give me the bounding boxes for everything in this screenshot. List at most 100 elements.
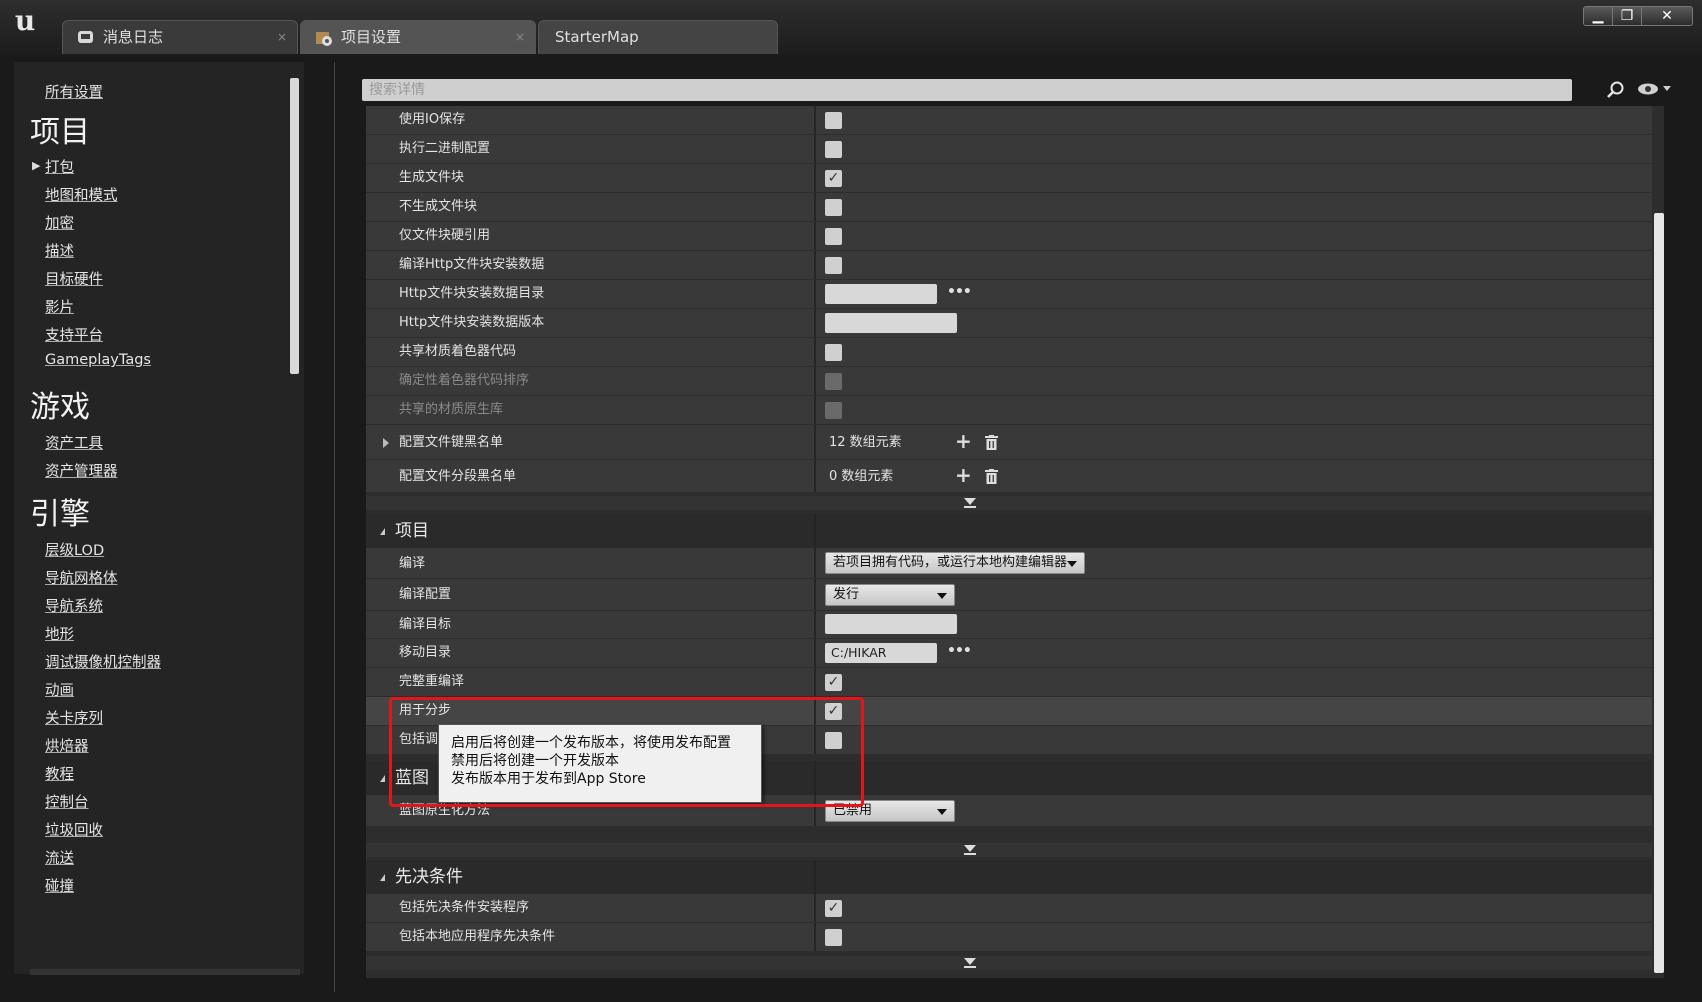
- nav-item-navmesh[interactable]: 导航网格体: [45, 567, 118, 588]
- add-element-icon[interactable]: +: [955, 460, 972, 491]
- property-row: 共享材质着色器代码: [366, 338, 1652, 367]
- details-panel: 搜索详情 使用IO保存 执行二进制配置 生成文件块 ✓ 不生成文件块 仅文件块硬…: [362, 74, 1673, 978]
- column-splitter[interactable]: [814, 514, 816, 548]
- nav-item-description[interactable]: 描述: [45, 240, 74, 261]
- nav-item-packaging[interactable]: 打包: [45, 156, 74, 177]
- nav-item-maps-modes[interactable]: 地图和模式: [45, 184, 118, 205]
- category-header-prerequisites[interactable]: 先决条件: [366, 860, 1652, 894]
- column-splitter[interactable]: [814, 611, 816, 638]
- column-splitter[interactable]: [814, 309, 816, 337]
- nav-item-movies[interactable]: 影片: [45, 296, 74, 317]
- column-splitter[interactable]: [814, 460, 816, 492]
- column-splitter[interactable]: [814, 639, 816, 667]
- expand-arrow-icon[interactable]: ▶: [32, 159, 40, 172]
- nav-item-asset-tools[interactable]: 资产工具: [45, 432, 103, 453]
- search-icon[interactable]: [1607, 81, 1625, 99]
- checkbox[interactable]: [825, 344, 842, 361]
- nav-all-settings[interactable]: 所有设置: [45, 81, 103, 102]
- nav-item-cooker[interactable]: 烘焙器: [45, 735, 89, 756]
- column-splitter[interactable]: [814, 280, 816, 308]
- nav-item-nav-system[interactable]: 导航系统: [45, 595, 103, 616]
- property-row: 使用IO保存: [366, 106, 1652, 135]
- checkbox[interactable]: [825, 141, 842, 158]
- staging-directory-input[interactable]: C:/HIKAR: [825, 643, 937, 663]
- column-splitter[interactable]: [814, 668, 816, 696]
- nav-item-streaming[interactable]: 流送: [45, 847, 74, 868]
- nav-item-tutorials[interactable]: 教程: [45, 763, 74, 784]
- checkbox-checked[interactable]: ✓: [825, 170, 842, 187]
- checkbox[interactable]: [825, 228, 842, 245]
- view-options-eye-icon[interactable]: [1637, 80, 1673, 98]
- tab-close-icon[interactable]: ×: [515, 21, 525, 53]
- panel-splitter[interactable]: [334, 62, 335, 992]
- details-scrollbar[interactable]: [1654, 213, 1664, 973]
- unreal-logo-icon[interactable]: u: [8, 4, 42, 38]
- checkbox-checked[interactable]: ✓: [825, 674, 842, 691]
- http-chunk-version-input[interactable]: [825, 313, 957, 333]
- column-splitter[interactable]: [814, 193, 816, 221]
- nav-item-debug-camera[interactable]: 调试摄像机控制器: [45, 651, 161, 672]
- combo-value: 发行: [833, 587, 860, 602]
- nav-item-asset-manager[interactable]: 资产管理器: [45, 460, 118, 481]
- column-splitter[interactable]: [814, 251, 816, 279]
- maximize-button[interactable]: ❐: [1612, 6, 1642, 26]
- build-config-combo[interactable]: 发行: [825, 584, 955, 606]
- nav-item-hlod[interactable]: 层级LOD: [45, 539, 104, 560]
- expand-arrow-icon[interactable]: [383, 438, 389, 448]
- checkbox[interactable]: [825, 112, 842, 129]
- nav-scrollbar[interactable]: [290, 78, 299, 374]
- column-splitter[interactable]: [814, 548, 816, 578]
- tab-starter-map[interactable]: StarterMap: [538, 20, 778, 54]
- nav-item-supported-platforms[interactable]: 支持平台: [45, 324, 103, 345]
- checkbox[interactable]: [825, 257, 842, 274]
- column-splitter[interactable]: [814, 860, 816, 894]
- nav-item-level-sequence[interactable]: 关卡序列: [45, 707, 103, 728]
- category-header-project[interactable]: 项目: [366, 514, 1652, 548]
- nav-item-animation[interactable]: 动画: [45, 679, 74, 700]
- advanced-expander[interactable]: [366, 496, 1652, 510]
- nav-item-gameplay-tags[interactable]: GameplayTags: [45, 352, 151, 368]
- nav-item-collision[interactable]: 碰撞: [45, 875, 74, 896]
- column-splitter[interactable]: [814, 338, 816, 366]
- tab-close-icon[interactable]: ×: [277, 21, 287, 53]
- checkbox[interactable]: [825, 929, 842, 946]
- checkbox[interactable]: [825, 199, 842, 216]
- close-window-button[interactable]: ✕: [1641, 6, 1693, 26]
- add-element-icon[interactable]: +: [955, 425, 972, 458]
- column-splitter[interactable]: [814, 222, 816, 250]
- column-splitter[interactable]: [814, 894, 816, 922]
- nav-horizontal-scrollbar[interactable]: [30, 969, 300, 975]
- column-splitter[interactable]: [814, 164, 816, 192]
- checkbox-checked[interactable]: ✓: [825, 900, 842, 917]
- column-splitter[interactable]: [814, 135, 816, 163]
- advanced-expander[interactable]: [366, 956, 1652, 970]
- advanced-expander[interactable]: [366, 843, 1652, 857]
- column-splitter[interactable]: [814, 367, 816, 395]
- build-target-input[interactable]: [825, 614, 957, 634]
- column-splitter[interactable]: [814, 106, 816, 134]
- category-title: 项目: [395, 521, 429, 541]
- minimize-button[interactable]: ▁: [1583, 6, 1613, 26]
- build-combo[interactable]: 若项目拥有代码，或运行本地构建编辑器: [825, 552, 1085, 574]
- search-details-input[interactable]: 搜索详情: [362, 79, 1572, 101]
- browse-ellipsis-button[interactable]: •••: [947, 643, 972, 659]
- column-splitter[interactable]: [814, 425, 816, 459]
- delete-all-icon[interactable]: [985, 435, 998, 450]
- delete-all-icon[interactable]: [985, 469, 998, 484]
- column-splitter[interactable]: [814, 923, 816, 951]
- collapse-arrow-icon[interactable]: [380, 775, 385, 782]
- tab-message-log[interactable]: 消息日志 ×: [62, 20, 298, 54]
- collapse-arrow-icon[interactable]: [380, 874, 385, 881]
- nav-item-console[interactable]: 控制台: [45, 791, 89, 812]
- nav-item-landscape[interactable]: 地形: [45, 623, 74, 644]
- column-splitter[interactable]: [814, 579, 816, 610]
- collapse-arrow-icon[interactable]: [380, 528, 385, 535]
- nav-item-encryption[interactable]: 加密: [45, 212, 74, 233]
- property-label: 不生成文件块: [399, 199, 478, 214]
- browse-ellipsis-button[interactable]: •••: [947, 284, 972, 300]
- nav-item-garbage-collection[interactable]: 垃圾回收: [45, 819, 103, 840]
- column-splitter[interactable]: [814, 396, 816, 424]
- nav-item-target-hardware[interactable]: 目标硬件: [45, 268, 103, 289]
- http-chunk-dir-input[interactable]: [825, 284, 937, 304]
- tab-project-settings[interactable]: 项目设置 ×: [300, 20, 536, 54]
